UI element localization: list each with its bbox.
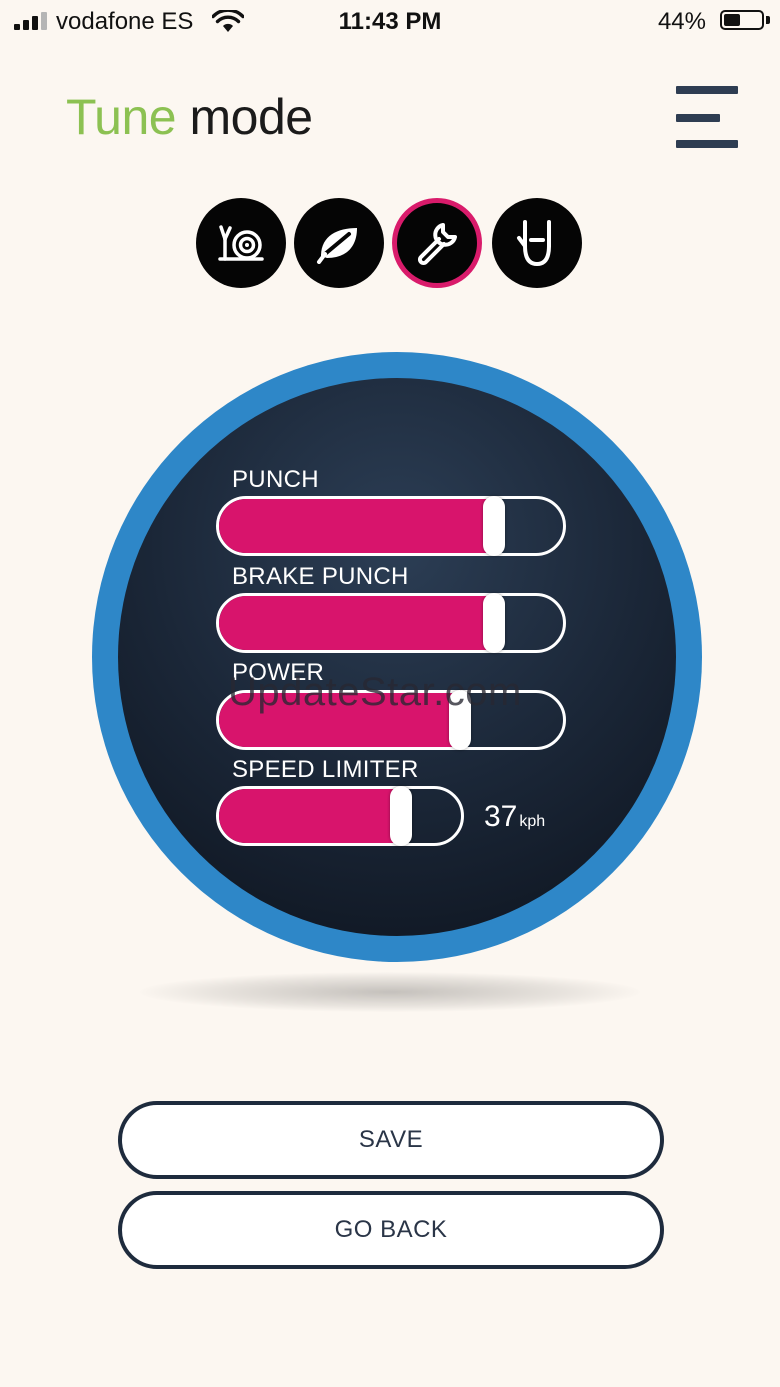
save-button[interactable]: SAVE bbox=[118, 1101, 664, 1179]
hamburger-menu-button[interactable] bbox=[672, 82, 744, 154]
brake-punch-slider-thumb[interactable] bbox=[483, 593, 505, 653]
slider-label-speed-limiter: SPEED LIMITER bbox=[232, 756, 419, 783]
tune-mode-screen: vodafone ES 11:43 PM 44% Tune mode PUNCH… bbox=[0, 0, 780, 1387]
speed-limiter-slider-thumb[interactable] bbox=[390, 786, 412, 846]
speed-limit-unit: kph bbox=[519, 813, 546, 830]
slider-label-punch: PUNCH bbox=[232, 466, 319, 493]
page-title: Tune mode bbox=[66, 88, 313, 146]
speed-limiter-slider[interactable] bbox=[216, 786, 464, 846]
go-back-button[interactable]: GO BACK bbox=[118, 1191, 664, 1269]
wrench-icon bbox=[418, 223, 457, 265]
battery-level-fill bbox=[724, 14, 740, 26]
punch-slider-thumb[interactable] bbox=[483, 496, 505, 556]
brake-punch-slider-fill bbox=[219, 596, 494, 650]
mode-selector bbox=[196, 198, 586, 290]
page-title-tune: Tune bbox=[66, 89, 177, 145]
snail-icon bbox=[218, 225, 264, 261]
status-bar: vodafone ES 11:43 PM 44% bbox=[0, 0, 780, 44]
brake-punch-slider[interactable] bbox=[216, 593, 566, 653]
mode-snail-button[interactable] bbox=[196, 198, 286, 288]
mode-eco-button[interactable] bbox=[294, 198, 384, 288]
slider-label-brake-punch: BRAKE PUNCH bbox=[232, 563, 409, 590]
mode-tune-button[interactable] bbox=[392, 198, 482, 288]
watermark: UpdateStar.com bbox=[228, 670, 522, 714]
page-title-mode: mode bbox=[189, 89, 314, 145]
battery-icon bbox=[720, 10, 764, 30]
rock-hand-icon bbox=[517, 220, 551, 266]
punch-slider[interactable] bbox=[216, 496, 566, 556]
dial-shadow bbox=[140, 972, 640, 1012]
leaf-icon bbox=[317, 228, 357, 264]
tune-dial bbox=[92, 352, 702, 962]
hamburger-menu-icon bbox=[676, 86, 738, 94]
tune-dial-face bbox=[118, 378, 676, 936]
battery-percent: 44% bbox=[657, 8, 706, 35]
speed-limit-readout: 37 kph bbox=[484, 800, 545, 834]
punch-slider-fill bbox=[219, 499, 494, 553]
speed-limiter-slider-fill bbox=[219, 789, 401, 843]
battery-cap bbox=[766, 16, 770, 24]
mode-rock-button[interactable] bbox=[492, 198, 582, 288]
speed-limit-value: 37 bbox=[484, 800, 518, 833]
